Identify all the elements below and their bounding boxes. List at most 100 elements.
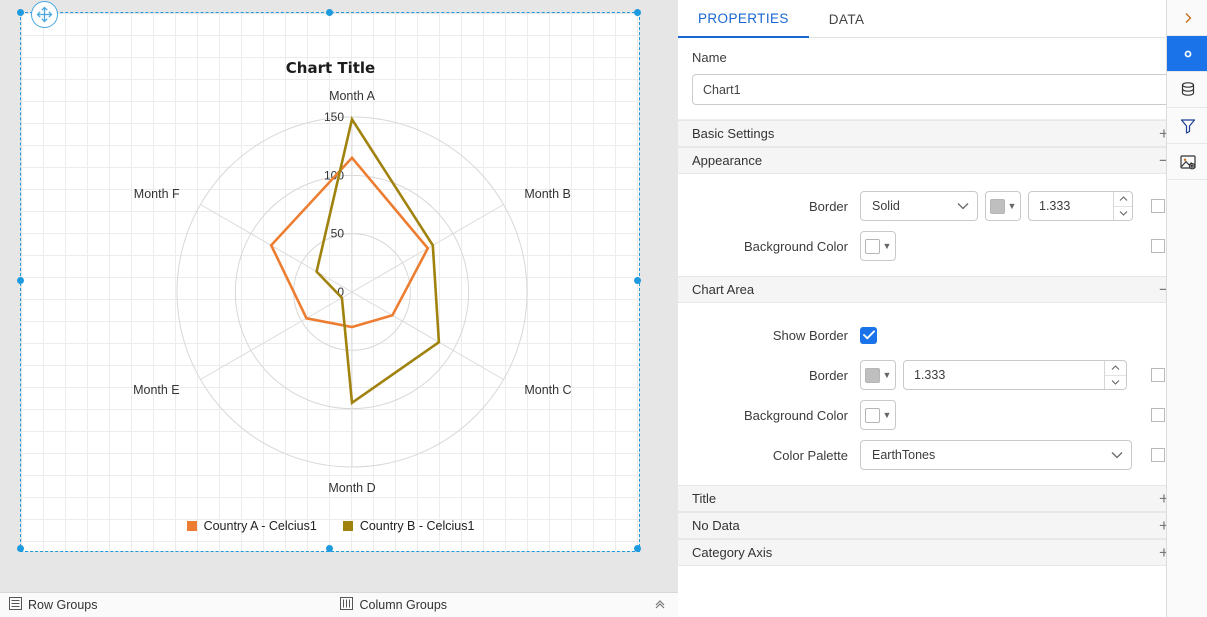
resize-handle-tr[interactable] (634, 9, 641, 16)
color-swatch (864, 407, 880, 423)
radar-category-label: Month C (524, 383, 571, 397)
radar-axis-spoke (351, 291, 504, 380)
radar-radial-tick-label: 50 (331, 227, 345, 241)
resize-handle-ml[interactable] (17, 277, 24, 284)
design-canvas[interactable]: Chart Title Month A Month B Month C Month D… (0, 0, 678, 617)
chevron-down-icon: ▼ (1007, 200, 1017, 211)
section-chart-area-title: Chart Area (692, 282, 755, 297)
appearance-border-expression-toggle[interactable] (1151, 199, 1165, 213)
chevron-down-icon: ▼ (882, 369, 892, 380)
name-block: Name (678, 38, 1185, 120)
chartarea-show-border-row: Show Border (692, 315, 1171, 355)
appearance-border-label: Border (808, 198, 848, 214)
section-appearance[interactable]: Appearance − (678, 147, 1185, 174)
chevron-right-icon[interactable] (1167, 0, 1207, 36)
tab-properties[interactable]: PROPERTIES (678, 0, 809, 38)
row-groups-button[interactable]: Row Groups (9, 597, 97, 613)
chevron-down-icon (1101, 448, 1123, 462)
image-settings-icon[interactable] (1167, 144, 1207, 180)
chartarea-palette-row: Color Palette EarthTones (692, 435, 1171, 475)
radar-radial-tick-labels: 050100150 (324, 110, 344, 299)
appearance-background-color-picker[interactable]: ▼ (860, 231, 896, 261)
column-groups-button[interactable]: Column Groups (340, 597, 447, 613)
chevron-down-icon: ▼ (882, 240, 892, 251)
chartarea-border-expression-toggle[interactable] (1151, 368, 1165, 382)
designer-status-bar: Row Groups Column Groups (0, 592, 678, 617)
stepper-up-icon[interactable] (1105, 361, 1126, 375)
appearance-border-color-picker[interactable]: ▼ (985, 191, 1021, 221)
appearance-border-width-stepper[interactable] (1028, 191, 1133, 221)
chartarea-palette-expression-toggle[interactable] (1151, 448, 1165, 462)
radar-chart-plot: Month A Month B Month C Month D Month E Month… (133, 89, 571, 495)
appearance-border-style-value: Solid (872, 199, 900, 213)
resize-handle-tc[interactable] (326, 9, 333, 16)
radar-axis-spoke (200, 291, 353, 380)
chartarea-palette-label: Color Palette (772, 447, 848, 463)
section-no-data[interactable]: No Data + (678, 512, 1185, 539)
legend-label: Country B - Celcius1 (359, 519, 475, 533)
gear-icon[interactable] (1167, 36, 1207, 72)
section-no-data-title: No Data (692, 518, 740, 533)
name-label: Name (692, 50, 727, 65)
chartarea-border-width-stepper[interactable] (903, 360, 1127, 390)
section-chart-area[interactable]: Chart Area − (678, 276, 1185, 303)
appearance-background-expression-toggle[interactable] (1151, 239, 1165, 253)
chartarea-background-label: Background Color (743, 407, 848, 423)
legend-swatch (186, 521, 197, 531)
radar-category-label: Month A (329, 89, 376, 103)
chartarea-background-color-picker[interactable]: ▼ (860, 400, 896, 430)
resize-handle-bl[interactable] (17, 545, 24, 552)
collapse-panel-button[interactable] (653, 597, 667, 613)
appearance-border-width-input[interactable] (1029, 192, 1114, 220)
resize-handle-mr[interactable] (634, 277, 641, 284)
report-body[interactable]: Chart Title Month A Month B Month C Month D… (22, 14, 639, 551)
right-icon-rail (1166, 0, 1207, 617)
report-designer-app: Chart Title Month A Month B Month C Month D… (0, 0, 1207, 617)
chartarea-show-border-checkbox[interactable] (860, 326, 877, 344)
chartarea-palette-select[interactable]: EarthTones (860, 440, 1132, 470)
chart-legend: Country A - Celcius1 Country B - Celcius1 (22, 519, 639, 533)
appearance-background-row: Background Color ▼ (692, 226, 1171, 266)
chartarea-border-label: Border (808, 367, 848, 383)
legend-swatch (342, 521, 353, 531)
chartarea-background-row: Background Color ▼ (692, 395, 1171, 435)
chartarea-border-color-picker[interactable]: ▼ (860, 360, 896, 390)
color-swatch (864, 367, 880, 383)
stepper-down-icon[interactable] (1105, 374, 1126, 390)
chartarea-palette-value: EarthTones (872, 448, 936, 462)
design-surface[interactable]: Chart Title Month A Month B Month C Month D… (0, 0, 678, 592)
section-basic-settings[interactable]: Basic Settings + (678, 120, 1185, 147)
section-category-axis[interactable]: Category Axis + (678, 539, 1185, 566)
chartarea-border-width-input[interactable] (904, 361, 1105, 389)
section-chart-area-body: Show Border Border ▼ 1.333 Background Co… (678, 303, 1185, 485)
resize-handle-tl[interactable] (17, 9, 24, 16)
appearance-border-style-select[interactable]: Solid (860, 191, 978, 221)
filter-funnel-icon[interactable] (1167, 108, 1207, 144)
properties-panel: PROPERTIES DATA Name Basic Settings + Ap… (678, 0, 1186, 617)
stepper-down-icon[interactable] (1114, 205, 1132, 221)
color-swatch (989, 198, 1005, 214)
legend-label: Country A - Celcius1 (203, 519, 317, 533)
resize-handle-br[interactable] (634, 545, 641, 552)
color-swatch (864, 238, 880, 254)
section-title-title: Title (692, 491, 717, 506)
name-input[interactable] (692, 74, 1171, 105)
stepper-up-icon[interactable] (1114, 192, 1132, 206)
radar-category-label: Month F (134, 187, 180, 201)
move-crosshair-icon[interactable] (31, 1, 58, 28)
chartarea-background-expression-toggle[interactable] (1151, 408, 1165, 422)
chart-control[interactable]: Chart Title Month A Month B Month C Month D… (22, 14, 639, 551)
resize-handle-bc[interactable] (326, 545, 333, 552)
appearance-border-row: Border Solid ▼ (692, 186, 1171, 226)
column-groups-icon (340, 597, 354, 613)
tab-data[interactable]: DATA (809, 0, 885, 38)
section-appearance-body: Border Solid ▼ 1.333 Background Color ▼ (678, 174, 1185, 276)
section-title[interactable]: Title + (678, 485, 1185, 512)
appearance-background-label: Background Color (743, 238, 848, 254)
radar-radial-tick-label: 150 (324, 110, 344, 124)
chevron-down-icon (947, 199, 969, 213)
legend-item: Country A - Celcius1 (186, 519, 317, 533)
radar-gridlines (176, 116, 528, 468)
row-groups-icon (9, 597, 22, 613)
database-icon[interactable] (1167, 72, 1207, 108)
